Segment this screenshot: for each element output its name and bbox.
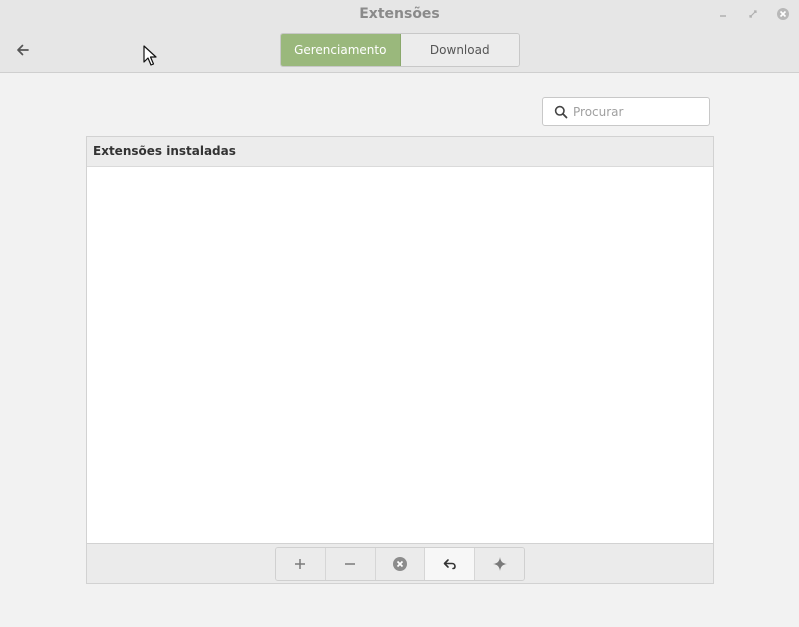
more-extensions-button[interactable]	[475, 548, 524, 580]
extensions-window: Extensões Gerenciamento Download Procura…	[0, 0, 799, 627]
undo-icon	[443, 559, 456, 570]
maximize-button[interactable]	[746, 7, 760, 21]
close-icon	[777, 8, 789, 20]
header-bar: Extensões Gerenciamento Download	[0, 0, 799, 73]
minus-icon	[345, 563, 356, 565]
toolbar-button-group	[275, 547, 525, 581]
add-button[interactable]	[276, 548, 326, 580]
installed-extensions-panel: Extensões instaladas	[86, 136, 714, 584]
sparkle-icon	[492, 557, 507, 571]
search-field[interactable]	[542, 97, 710, 126]
panel-header: Extensões instaladas	[87, 137, 713, 167]
uninstall-button[interactable]	[375, 548, 426, 580]
restore-button[interactable]	[425, 548, 476, 580]
extensions-list[interactable]	[87, 167, 713, 543]
plus-icon	[295, 559, 306, 569]
window-title: Extensões	[359, 6, 440, 22]
remove-circle-icon	[392, 557, 407, 571]
maximize-icon	[749, 10, 757, 18]
remove-button[interactable]	[325, 548, 376, 580]
minimize-button[interactable]	[716, 7, 730, 21]
view-switcher: Gerenciamento Download	[280, 33, 520, 67]
panel-title: Extensões instaladas	[93, 144, 236, 158]
arrow-left-icon	[17, 44, 29, 56]
tab-gerenciamento[interactable]: Gerenciamento	[281, 34, 401, 66]
search-input[interactable]	[573, 104, 703, 119]
tab-download[interactable]: Download	[400, 34, 519, 66]
extensions-toolbar	[87, 543, 713, 583]
search-icon	[552, 103, 570, 121]
minimize-icon	[720, 15, 726, 17]
back-button[interactable]	[10, 38, 36, 62]
close-button[interactable]	[776, 7, 790, 21]
